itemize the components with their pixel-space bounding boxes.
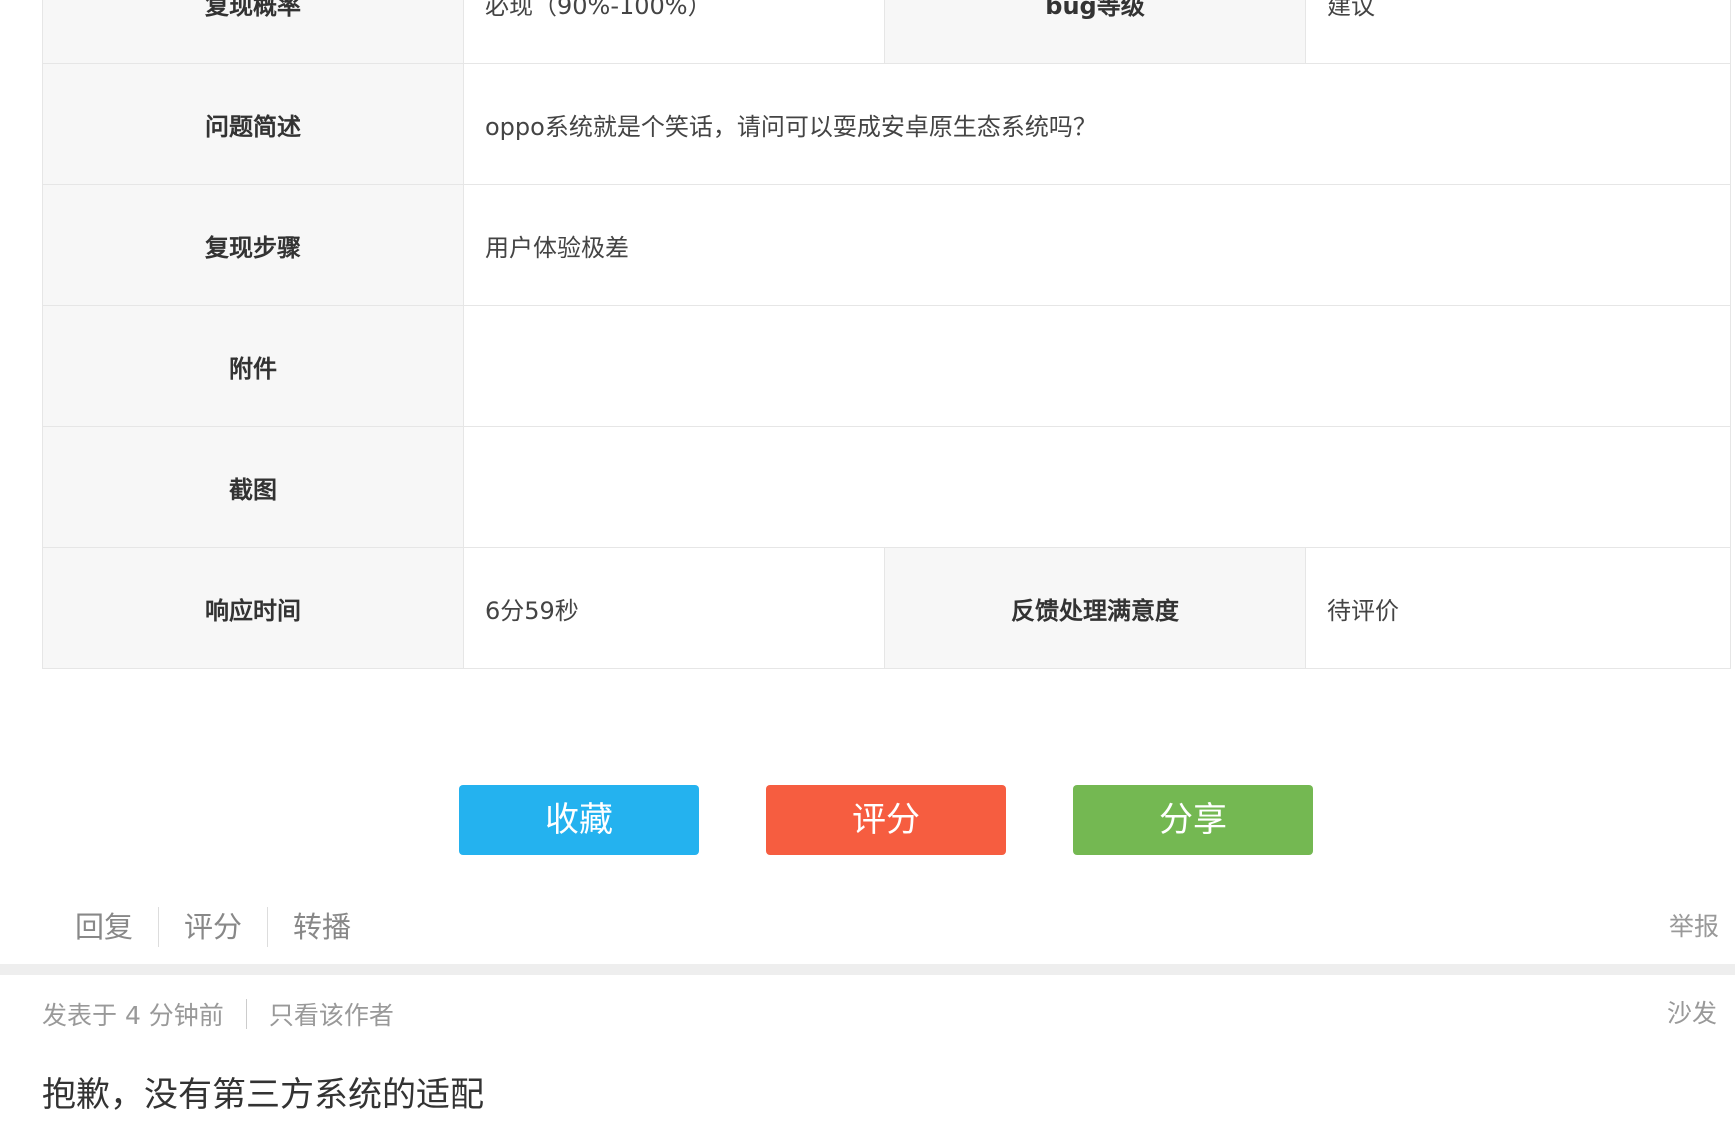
table-row: 复现步骤 用户体验极差	[42, 184, 1731, 306]
reply-post-meta: 发表于 4 分钟前 只看该作者	[42, 994, 394, 1034]
table-row: 复现概率 必现（90%-100%） bug等级 建议	[42, 0, 1731, 64]
reproduce-rate-label: 复现概率	[42, 0, 464, 64]
summary-label: 问题简述	[42, 63, 464, 185]
section-divider	[0, 964, 1735, 975]
response-time-label: 响应时间	[42, 547, 464, 669]
attachment-label: 附件	[42, 305, 464, 427]
table-row: 响应时间 6分59秒 反馈处理满意度 待评价	[42, 547, 1731, 669]
rate-button[interactable]: 评分	[766, 785, 1006, 855]
report-link[interactable]: 举报	[1669, 900, 1719, 954]
steps-value: 用户体验极差	[463, 184, 1731, 306]
attachment-value	[463, 305, 1731, 427]
share-button[interactable]: 分享	[1073, 785, 1313, 855]
bug-level-value: 建议	[1305, 0, 1731, 64]
satisfaction-label: 反馈处理满意度	[884, 547, 1306, 669]
table-row: 截图	[42, 426, 1731, 548]
only-author-link[interactable]: 只看该作者	[269, 996, 394, 1032]
floor-label: 沙发	[1666, 999, 1717, 1028]
steps-label: 复现步骤	[42, 184, 464, 306]
satisfaction-value: 待评价	[1305, 547, 1731, 669]
action-buttons: 收藏 评分 分享	[0, 785, 1735, 855]
table-row: 附件	[42, 305, 1731, 427]
bug-info-table: 复现概率 必现（90%-100%） bug等级 建议 问题简述 oppo系统就是…	[42, 0, 1731, 669]
response-time-value: 6分59秒	[463, 547, 885, 669]
table-row: 问题简述 oppo系统就是个笑话，请问可以耍成安卓原生态系统吗？	[42, 63, 1731, 185]
bug-level-label: bug等级	[884, 0, 1306, 64]
reply-link[interactable]: 回复	[50, 900, 158, 954]
rate-link[interactable]: 评分	[159, 900, 267, 954]
divider	[245, 999, 247, 1029]
reply-post-content: 抱歉，没有第三方系统的适配	[42, 1075, 484, 1115]
reproduce-rate-value: 必现（90%-100%）	[463, 0, 885, 64]
repost-link[interactable]: 转播	[268, 900, 376, 954]
post-action-bar: 回复 评分 转播 举报	[0, 900, 1735, 954]
favorite-button[interactable]: 收藏	[459, 785, 699, 855]
screenshot-label: 截图	[42, 426, 464, 548]
post-action-links: 回复 评分 转播	[50, 900, 376, 954]
screenshot-value	[463, 426, 1731, 548]
summary-value: oppo系统就是个笑话，请问可以耍成安卓原生态系统吗？	[463, 63, 1731, 185]
post-time: 发表于 4 分钟前	[42, 1001, 224, 1030]
